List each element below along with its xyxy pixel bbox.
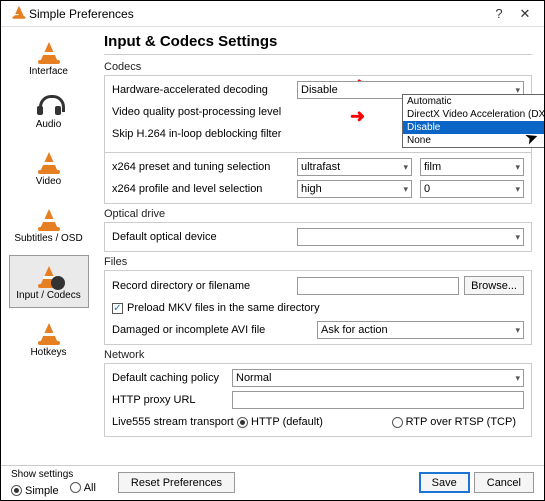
sidebar-item-audio[interactable]: Audio	[9, 88, 89, 137]
x264-preset-select[interactable]: ultrafast	[297, 158, 412, 176]
simple-radio[interactable]: Simple	[11, 485, 59, 497]
http-radio[interactable]: HTTP (default)	[237, 416, 323, 428]
all-radio[interactable]: All	[70, 482, 96, 494]
close-button[interactable]: ✕	[512, 6, 538, 22]
live555-label: Live555 stream transport	[112, 416, 237, 428]
x264-profile-select[interactable]: high	[297, 180, 412, 198]
category-sidebar: Interface Audio Video Subtitles / OSD In…	[1, 27, 96, 465]
record-dir-input[interactable]	[297, 277, 459, 295]
x264-profile-label: x264 profile and level selection	[112, 183, 297, 195]
page-title: Input & Codecs Settings	[104, 33, 532, 55]
app-icon	[11, 9, 22, 19]
hw-decoding-dropdown[interactable]: Automatic DirectX Video Acceleration (DX…	[402, 94, 544, 148]
group-title-codecs: Codecs	[104, 61, 532, 73]
group-title-optical: Optical drive	[104, 208, 532, 220]
cone-icon	[35, 205, 63, 231]
record-dir-label: Record directory or filename	[112, 280, 297, 292]
x264-level-select[interactable]: 0	[420, 180, 524, 198]
damaged-avi-label: Damaged or incomplete AVI file	[112, 324, 317, 336]
sidebar-item-interface[interactable]: Interface	[9, 31, 89, 84]
cancel-button[interactable]: Cancel	[474, 472, 534, 493]
sidebar-item-input-codecs[interactable]: Input / Codecs	[9, 255, 89, 308]
damaged-avi-select[interactable]: Ask for action	[317, 321, 524, 339]
cone-icon	[35, 262, 63, 288]
preload-checkbox[interactable]: ✓	[112, 303, 123, 314]
reset-button[interactable]: Reset Preferences	[118, 472, 235, 493]
proxy-label: HTTP proxy URL	[112, 394, 232, 406]
quality-level-label: Video quality post-processing level	[112, 106, 402, 118]
caching-select[interactable]: Normal	[232, 369, 524, 387]
caching-label: Default caching policy	[112, 372, 232, 384]
save-button[interactable]: Save	[419, 472, 470, 493]
group-title-files: Files	[104, 256, 532, 268]
cone-icon	[35, 319, 63, 345]
cone-icon	[35, 38, 63, 64]
x264-preset-label: x264 preset and tuning selection	[112, 161, 297, 173]
help-button[interactable]: ?	[486, 6, 512, 21]
sidebar-item-subtitles[interactable]: Subtitles / OSD	[9, 198, 89, 251]
preload-label: Preload MKV files in the same directory	[127, 302, 320, 314]
dropdown-option[interactable]: DirectX Video Acceleration (DXVA) 2.0	[403, 108, 544, 121]
proxy-input[interactable]	[232, 391, 524, 409]
x264-tuning-select[interactable]: film	[420, 158, 524, 176]
hw-decoding-label: Hardware-accelerated decoding	[112, 84, 297, 96]
wrench-icon	[51, 276, 65, 290]
optical-device-select[interactable]	[297, 228, 524, 246]
group-title-network: Network	[104, 349, 532, 361]
window-title: Simple Preferences	[29, 7, 134, 21]
headphones-icon	[36, 95, 62, 117]
optical-device-label: Default optical device	[112, 231, 297, 243]
browse-button[interactable]: Browse...	[464, 276, 524, 295]
sidebar-item-hotkeys[interactable]: Hotkeys	[9, 312, 89, 365]
dropdown-option[interactable]: Automatic	[403, 95, 544, 108]
cone-icon	[35, 148, 63, 174]
skip-filter-label: Skip H.264 in-loop deblocking filter	[112, 128, 402, 140]
rtp-radio[interactable]: RTP over RTSP (TCP)	[392, 416, 516, 428]
show-settings-label: Show settings	[11, 469, 104, 480]
sidebar-item-video[interactable]: Video	[9, 141, 89, 194]
